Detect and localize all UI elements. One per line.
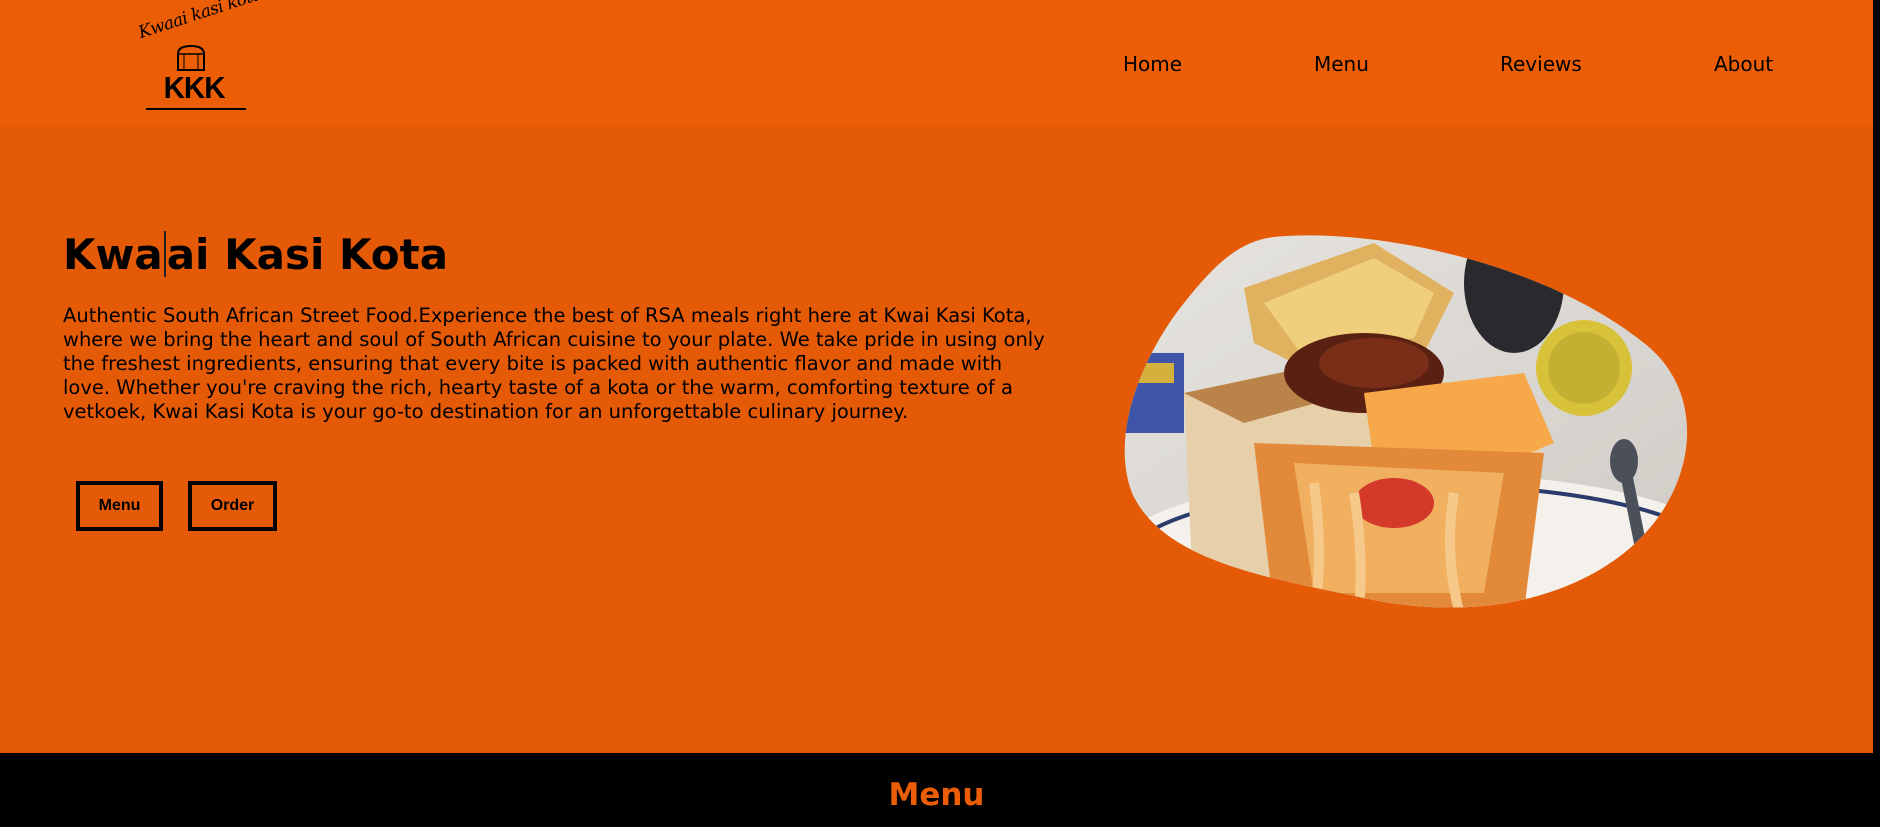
- order-button[interactable]: Order: [188, 481, 277, 531]
- hero-title-part-2: ai Kasi Kota: [166, 230, 449, 279]
- main-nav: Home Menu Reviews About: [0, 52, 1873, 82]
- site-header: Kwaai kasi kota KKK Home Menu Reviews Ab…: [0, 0, 1873, 126]
- text-cursor: [163, 231, 166, 277]
- nav-about[interactable]: About: [1714, 52, 1773, 76]
- kota-food-image: [1124, 235, 1688, 608]
- hero-title: Kwaai Kasi Kota: [63, 230, 448, 279]
- logo-underline: [146, 108, 246, 110]
- nav-menu[interactable]: Menu: [1314, 52, 1369, 76]
- menu-heading: Menu: [888, 777, 985, 813]
- menu-button[interactable]: Menu: [76, 481, 163, 531]
- hero-description: Authentic South African Street Food.Expe…: [63, 304, 1045, 423]
- nav-home[interactable]: Home: [1123, 52, 1182, 76]
- menu-section: Menu: [0, 753, 1880, 827]
- nav-reviews[interactable]: Reviews: [1500, 52, 1582, 76]
- hero-section: Kwaai Kasi Kota Authentic South African …: [0, 126, 1873, 753]
- logo-script-text: Kwaai kasi kota: [136, 0, 265, 44]
- hero-title-part-1: Kwa: [63, 230, 163, 279]
